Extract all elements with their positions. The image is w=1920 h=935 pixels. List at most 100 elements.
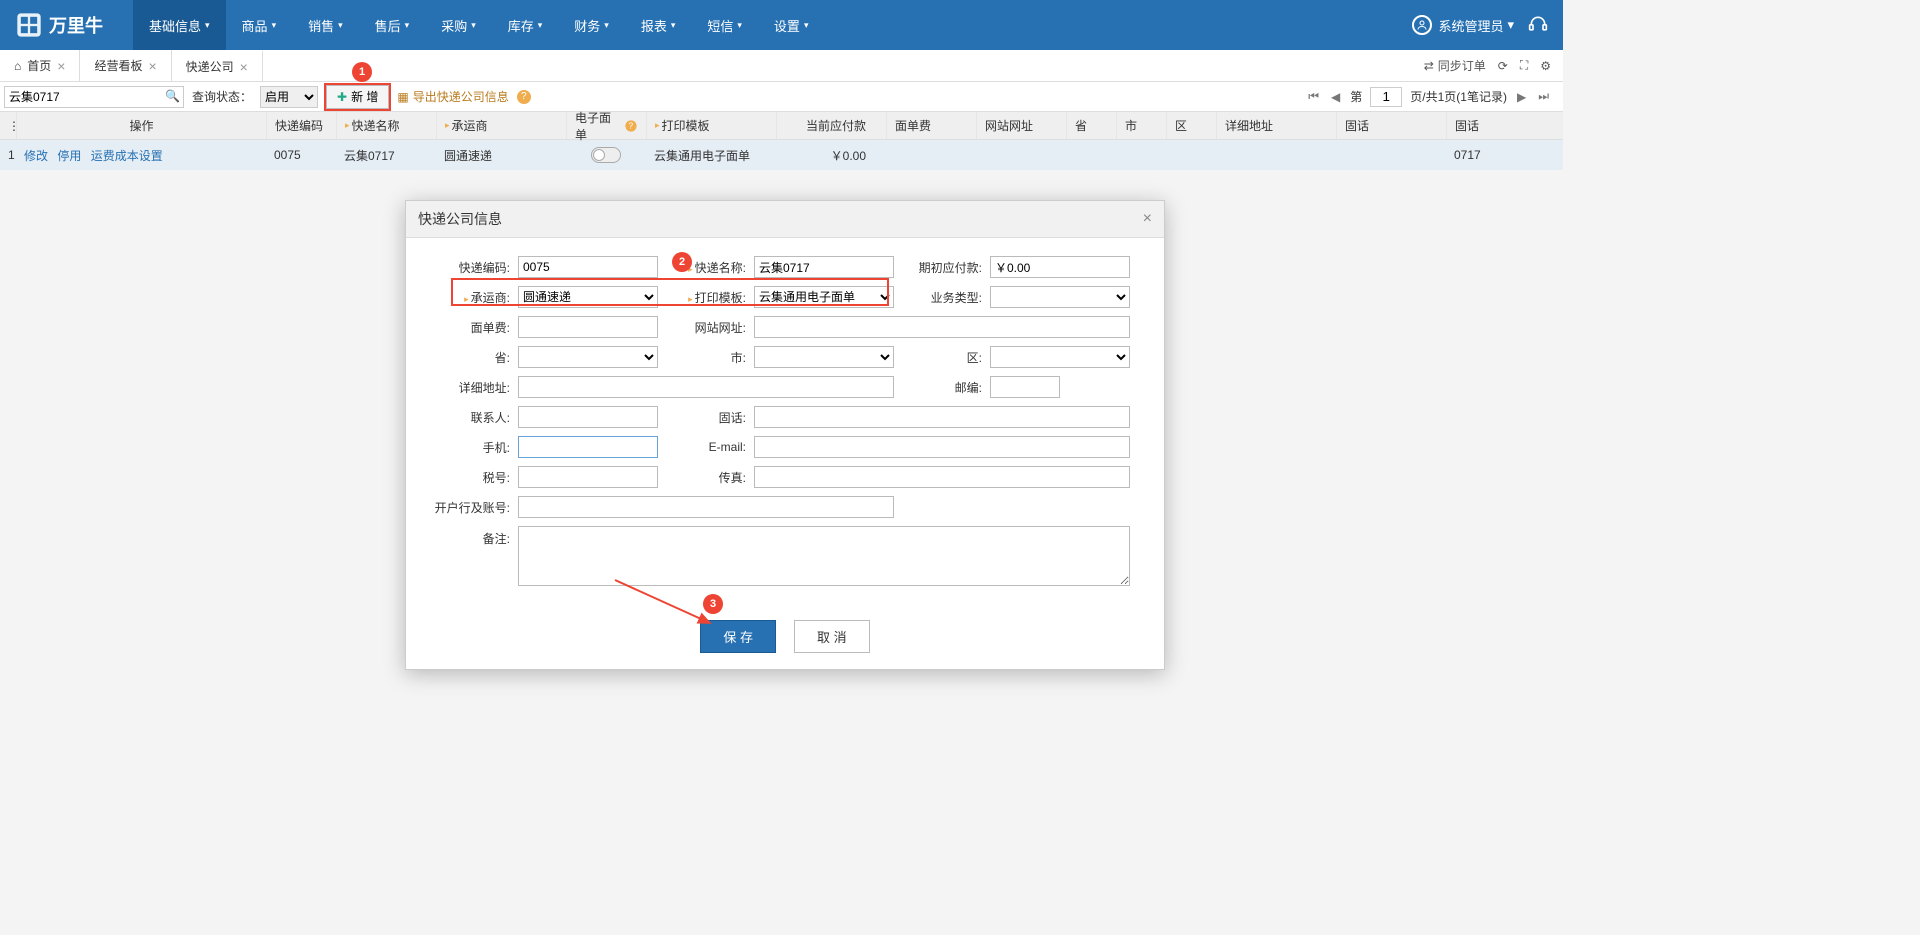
plus-icon: ✚ [337, 90, 347, 104]
tab-home[interactable]: ⌂首页× [0, 50, 80, 81]
tab-dashboard[interactable]: 经营看板× [80, 50, 171, 81]
caret-icon: ▾ [205, 20, 210, 31]
save-button[interactable]: 保 存 [700, 620, 776, 653]
lbl-contact: 联系人: [430, 409, 510, 426]
nav-item-goods[interactable]: 商品▾ [226, 0, 293, 50]
nav-item-purchase[interactable]: 采购▾ [425, 0, 492, 50]
input-addr[interactable] [518, 376, 894, 398]
nav-menu: 基础信息▾ 商品▾ 销售▾ 售后▾ 采购▾ 库存▾ 财务▾ 报表▾ 短信▾ 设置… [133, 0, 1412, 50]
cancel-button[interactable]: 取 消 [794, 620, 870, 653]
lbl-bank: 开户行及账号: [430, 499, 510, 516]
input-remark[interactable] [518, 526, 1130, 586]
select-prov[interactable] [518, 346, 658, 368]
new-button[interactable]: ✚ 新 增 [326, 85, 389, 109]
page-input[interactable] [1370, 87, 1402, 107]
nav-item-sms[interactable]: 短信▾ [691, 0, 758, 50]
close-icon[interactable]: × [240, 59, 248, 75]
gear-icon[interactable]: ⚙ [1540, 59, 1551, 73]
disable-link[interactable]: 停用 [57, 149, 81, 163]
input-fee[interactable] [518, 316, 658, 338]
lbl-initpay: 期初应付款: [902, 259, 982, 276]
col-prov[interactable]: 省 [1067, 112, 1117, 139]
esheet-toggle[interactable] [591, 147, 621, 163]
modal-title: 快递公司信息 [418, 209, 502, 229]
select-biztype[interactable] [990, 286, 1130, 308]
nav-item-basic[interactable]: 基础信息▾ [133, 0, 226, 50]
input-mobile[interactable] [518, 436, 658, 458]
col-fee[interactable]: 面单费 [887, 112, 977, 139]
col-city[interactable]: 市 [1117, 112, 1167, 139]
user-menu[interactable]: 系统管理员 ▾ [1412, 15, 1514, 35]
page-last-icon[interactable]: ⏭ [1536, 89, 1551, 104]
grid-header: ⋮ 操作 快递编码 ▸快递名称 ▸承运商 电子面单? ▸打印模板 当前应付款 面… [0, 112, 1563, 140]
input-fax[interactable] [754, 466, 1130, 488]
lbl-biztype: 业务类型: [902, 289, 982, 306]
lbl-tpl: 打印模板: [666, 289, 746, 306]
tabs-right: ⇄同步订单 ⟳ ⛶ ⚙ [1412, 50, 1563, 81]
page-first-icon[interactable]: ⏮ [1306, 89, 1321, 104]
support-icon[interactable] [1528, 14, 1548, 37]
input-tel[interactable] [754, 406, 1130, 428]
col-carrier[interactable]: ▸承运商 [437, 112, 567, 139]
sync-icon: ⇄ [1424, 59, 1434, 73]
close-icon[interactable]: × [1143, 210, 1152, 228]
col-name[interactable]: ▸快递名称 [337, 112, 437, 139]
nav-item-report[interactable]: 报表▾ [625, 0, 692, 50]
input-initpay[interactable] [990, 256, 1130, 278]
fullscreen-icon[interactable]: ⛶ [1520, 58, 1528, 73]
input-tax[interactable] [518, 466, 658, 488]
col-url[interactable]: 网站网址 [977, 112, 1067, 139]
nav-item-stock[interactable]: 库存▾ [492, 0, 559, 50]
nav-item-settings[interactable]: 设置▾ [758, 0, 825, 50]
search-icon[interactable]: 🔍 [165, 89, 180, 103]
tabs-bar: ⌂首页× 经营看板× 快递公司× ⇄同步订单 ⟳ ⛶ ⚙ [0, 50, 1563, 82]
col-esheet[interactable]: 电子面单? [567, 112, 647, 139]
input-code[interactable] [518, 256, 658, 278]
pagination: ⏮ ◀ 第 页/共1页(1笔记录) ▶ ⏭ [1306, 87, 1559, 107]
brand-text: 万里牛 [49, 12, 103, 38]
toolbar: 🔍 查询状态： 启用 ✚ 新 增 ▦ 导出快递公司信息 ? ⏮ ◀ 第 页/共1… [0, 82, 1563, 112]
close-icon[interactable]: × [148, 58, 156, 74]
export-link[interactable]: ▦ 导出快递公司信息 [397, 88, 508, 105]
select-carrier[interactable]: 圆通速递 [518, 286, 658, 308]
close-icon[interactable]: × [57, 58, 65, 74]
lbl-code: 快递编码: [430, 259, 510, 276]
col-pay[interactable]: 当前应付款 [777, 112, 887, 139]
help-icon[interactable]: ? [517, 90, 531, 104]
freight-link[interactable]: 运费成本设置 [91, 149, 163, 163]
search-input[interactable] [4, 86, 184, 108]
page-next-icon[interactable]: ▶ [1515, 90, 1528, 104]
col-tel2[interactable]: 固话 [1447, 112, 1527, 139]
status-select[interactable]: 启用 [260, 86, 318, 108]
input-zip[interactable] [990, 376, 1060, 398]
input-contact[interactable] [518, 406, 658, 428]
nav-item-sales[interactable]: 销售▾ [292, 0, 359, 50]
annotation-badge-3: 3 [703, 594, 723, 614]
lbl-tax: 税号: [430, 469, 510, 486]
col-code[interactable]: 快递编码 [267, 112, 337, 139]
nav-item-finance[interactable]: 财务▾ [558, 0, 625, 50]
select-dist[interactable] [990, 346, 1130, 368]
home-icon: ⌂ [14, 59, 21, 73]
col-tpl[interactable]: ▸打印模板 [647, 112, 777, 139]
page-prev-icon[interactable]: ◀ [1329, 90, 1342, 104]
input-url[interactable] [754, 316, 1130, 338]
tab-express[interactable]: 快递公司× [172, 50, 263, 81]
sync-orders[interactable]: ⇄同步订单 [1424, 57, 1486, 74]
lbl-addr: 详细地址: [430, 379, 510, 396]
nav-item-aftersale[interactable]: 售后▾ [359, 0, 426, 50]
drag-handle[interactable]: ⋮ [0, 112, 17, 139]
col-tel[interactable]: 固话 [1337, 112, 1447, 139]
top-header: 万里牛 基础信息▾ 商品▾ 销售▾ 售后▾ 采购▾ 库存▾ 财务▾ 报表▾ 短信… [0, 0, 1563, 50]
input-bank[interactable] [518, 496, 894, 518]
select-tpl[interactable]: 云集通用电子面单 [754, 286, 894, 308]
edit-link[interactable]: 修改 [24, 149, 48, 163]
col-addr[interactable]: 详细地址 [1217, 112, 1337, 139]
user-icon [1412, 15, 1432, 35]
input-name[interactable] [754, 256, 894, 278]
col-dist[interactable]: 区 [1167, 112, 1217, 139]
refresh-icon[interactable]: ⟳ [1498, 59, 1508, 73]
input-email[interactable] [754, 436, 1130, 458]
select-city[interactable] [754, 346, 894, 368]
table-row[interactable]: 1 修改 停用 运费成本设置 0075 云集0717 圆通速递 云集通用电子面单… [0, 140, 1563, 170]
